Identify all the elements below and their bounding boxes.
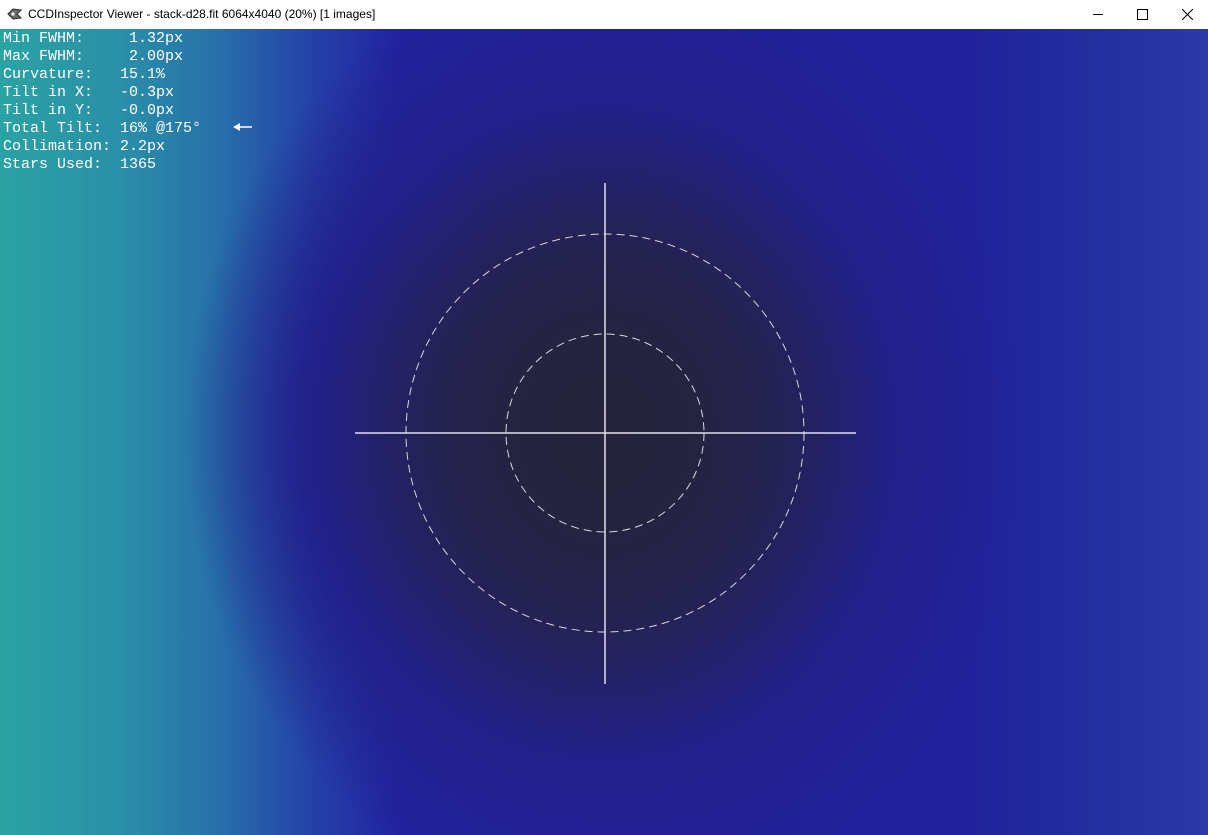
stat-row-tilt-x: Tilt in X: -0.3px: [3, 84, 201, 102]
stat-label: Tilt in X:: [3, 84, 121, 101]
stat-label: Total Tilt:: [3, 120, 121, 137]
stat-label: Min FWHM:: [3, 30, 130, 47]
close-icon: [1182, 9, 1193, 20]
left-arrow-icon: [233, 123, 252, 131]
stat-row-curvature: Curvature: 15.1%: [3, 66, 201, 84]
stat-value: 15.1%: [120, 66, 166, 83]
stat-label: Max FWHM:: [3, 48, 130, 65]
maximize-icon: [1137, 9, 1148, 20]
stat-label: Tilt in Y:: [3, 102, 121, 119]
stat-value: 2.00px: [129, 48, 184, 65]
ccdinspector-window: CCDInspector Viewer - stack-d28.fit 6064…: [0, 0, 1208, 835]
stat-row-tilt-y: Tilt in Y: -0.0px: [3, 102, 201, 120]
ccdinspector-app-icon[interactable]: [7, 7, 23, 21]
stat-row-max-fwhm: Max FWHM: 2.00px: [3, 48, 201, 66]
stats-panel: Min FWHM: 1.32px Max FWHM: 2.00px Curvat…: [3, 30, 201, 174]
close-button[interactable]: [1164, 0, 1208, 29]
minimize-button[interactable]: [1075, 0, 1121, 29]
stat-row-collimation: Collimation: 2.2px: [3, 138, 201, 156]
stat-label: Curvature:: [3, 66, 121, 83]
stat-label: Stars Used:: [3, 156, 121, 173]
stat-value: 16% @175°: [120, 120, 202, 137]
stat-value: 1365: [120, 156, 157, 173]
stat-value: 1.32px: [129, 30, 184, 47]
minimize-icon: [1093, 14, 1103, 15]
stat-row-total-tilt: Total Tilt: 16% @175°: [3, 120, 201, 138]
window-title: CCDInspector Viewer - stack-d28.fit 6064…: [28, 7, 376, 21]
stat-row-stars-used: Stars Used: 1365: [3, 156, 201, 174]
stat-value: -0.3px: [120, 84, 175, 101]
stat-value: 2.2px: [120, 138, 166, 155]
image-viewport[interactable]: Min FWHM: 1.32px Max FWHM: 2.00px Curvat…: [0, 29, 1208, 835]
stat-row-min-fwhm: Min FWHM: 1.32px: [3, 30, 201, 48]
maximize-button[interactable]: [1119, 0, 1165, 29]
stat-label: Collimation:: [3, 138, 121, 155]
stat-value: -0.0px: [120, 102, 175, 119]
title-bar[interactable]: CCDInspector Viewer - stack-d28.fit 6064…: [0, 0, 1208, 29]
